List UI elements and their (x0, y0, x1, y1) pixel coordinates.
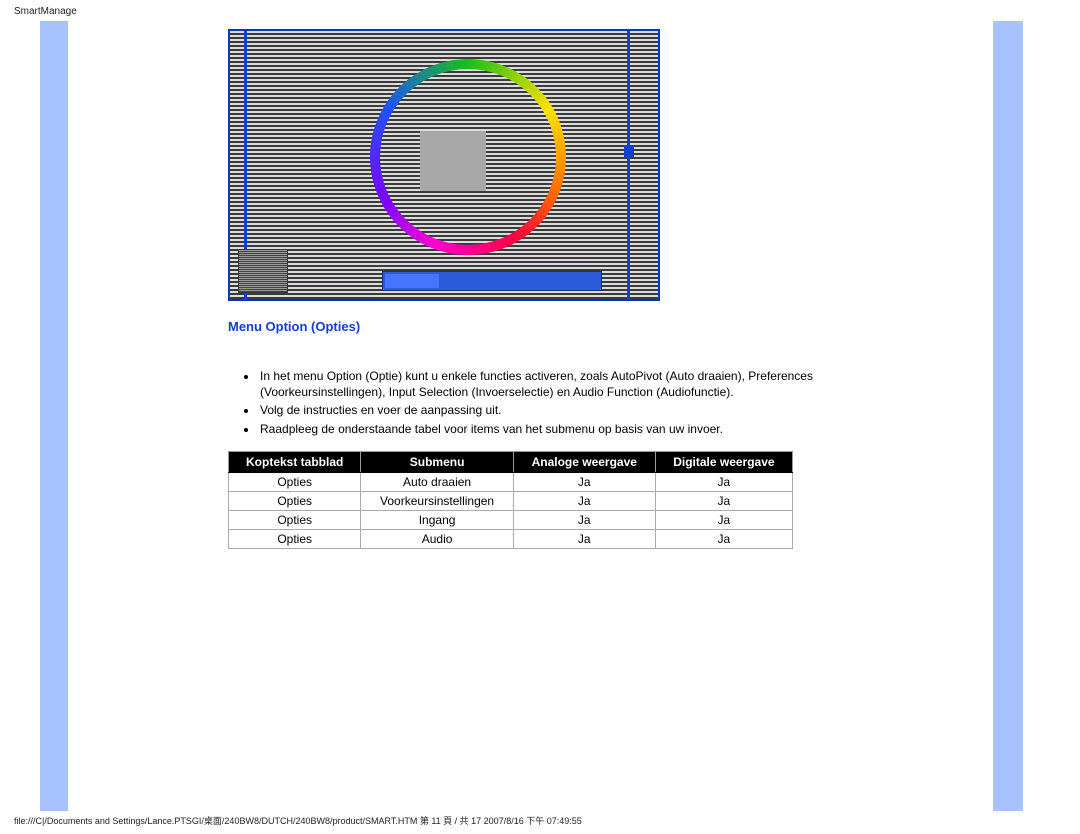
section-title: Menu Option (Opties) (228, 319, 913, 334)
main-content: Menu Option (Opties) In het menu Option … (68, 21, 913, 811)
taskbar-bar (382, 271, 602, 291)
th-digitale: Digitale weergave (655, 451, 792, 472)
bullet-list: In het menu Option (Optie) kunt u enkele… (258, 368, 818, 437)
far-right-gutter (1023, 21, 1080, 811)
cell: Ja (513, 491, 655, 510)
th-analoge: Analoge weergave (513, 451, 655, 472)
table-row: Opties Ingang Ja Ja (229, 510, 793, 529)
page-layout: Menu Option (Opties) In het menu Option … (0, 21, 1080, 811)
th-submenu: Submenu (361, 451, 513, 472)
cell: Voorkeursinstellingen (361, 491, 513, 510)
table-header-row: Koptekst tabblad Submenu Analoge weergav… (229, 451, 793, 472)
bl-thumbnail (238, 249, 288, 293)
cell: Ingang (361, 510, 513, 529)
cell: Ja (655, 510, 792, 529)
th-koptekst: Koptekst tabblad (229, 451, 361, 472)
cell: Ja (513, 472, 655, 491)
options-table: Koptekst tabblad Submenu Analoge weergav… (228, 451, 793, 549)
left-blue-stripe (40, 21, 68, 811)
cell: Opties (229, 529, 361, 548)
cell: Ja (655, 472, 792, 491)
cell: Ja (513, 510, 655, 529)
vertical-bar-right (627, 31, 630, 299)
bullet-item: Volg de instructies en voer de aanpassin… (258, 402, 818, 418)
cell: Opties (229, 510, 361, 529)
left-gutter (0, 21, 40, 811)
right-gap (913, 21, 993, 811)
page-header-title: SmartManage (0, 0, 1080, 21)
monitor-test-pattern-image (228, 29, 660, 301)
table-row: Opties Audio Ja Ja (229, 529, 793, 548)
cell: Auto draaien (361, 472, 513, 491)
bullet-item: Raadpleeg de onderstaande tabel voor ite… (258, 421, 818, 437)
cell: Opties (229, 472, 361, 491)
right-handle-icon (624, 145, 634, 157)
cell: Ja (513, 529, 655, 548)
cell: Ja (655, 491, 792, 510)
cell: Opties (229, 491, 361, 510)
cell: Audio (361, 529, 513, 548)
cell: Ja (655, 529, 792, 548)
table-row: Opties Auto draaien Ja Ja (229, 472, 793, 491)
right-blue-stripe (993, 21, 1023, 811)
page-footer-path: file:///C|/Documents and Settings/Lance.… (14, 814, 1054, 827)
bullet-item: In het menu Option (Optie) kunt u enkele… (258, 368, 818, 400)
table-row: Opties Voorkeursinstellingen Ja Ja (229, 491, 793, 510)
center-gray-square (420, 131, 486, 191)
